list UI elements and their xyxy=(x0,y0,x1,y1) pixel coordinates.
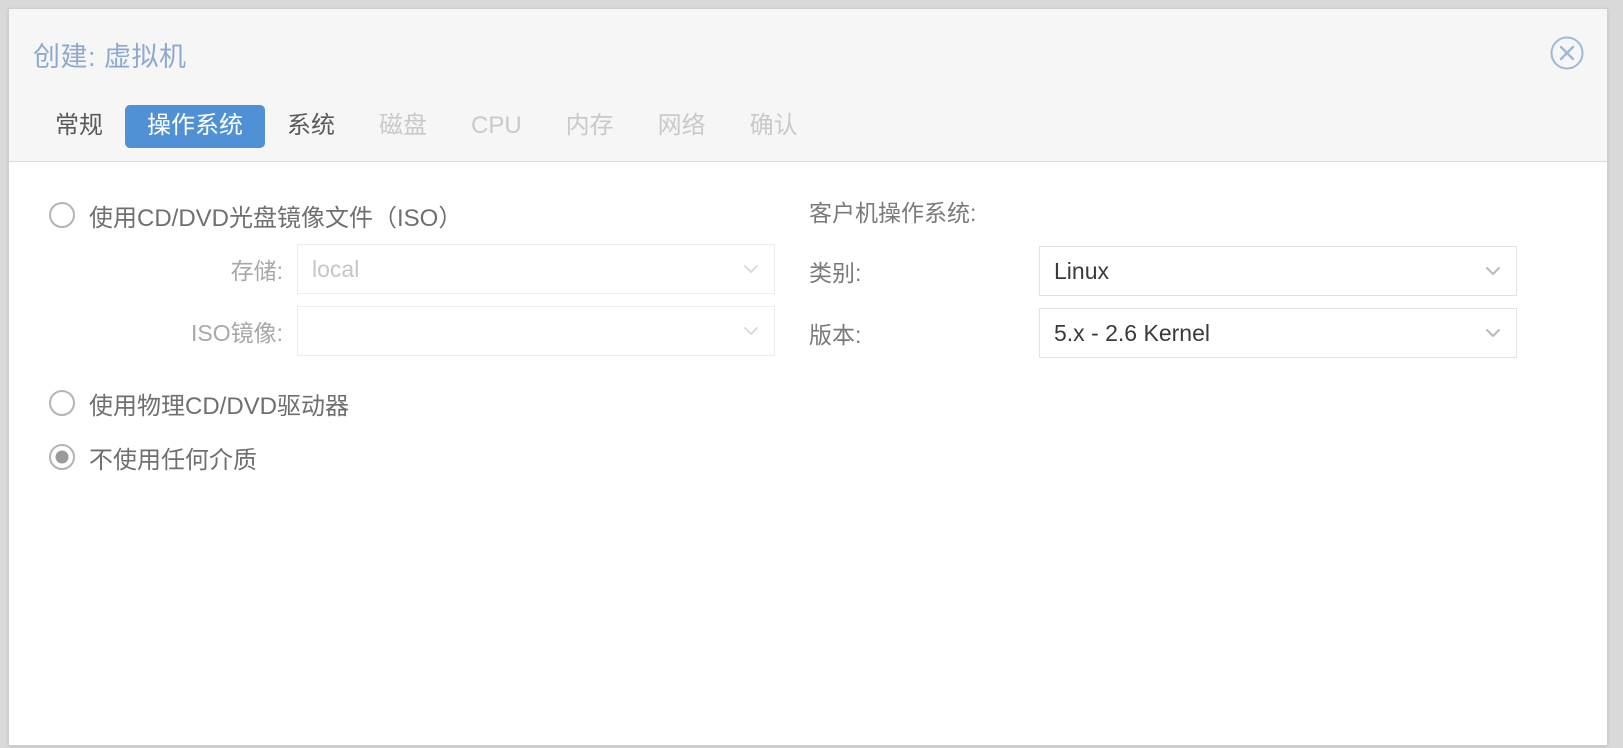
chevron-down-icon[interactable] xyxy=(1482,322,1504,344)
create-vm-dialog: 创建: 虚拟机 常规 操作系统 系统 磁盘 CPU 内存 网络 确认 使用CD/… xyxy=(8,8,1608,746)
chevron-down-icon[interactable] xyxy=(1482,260,1504,282)
os-type-select[interactable]: Linux xyxy=(1039,246,1517,296)
iso-image-select xyxy=(297,306,775,356)
iso-image-label: ISO镜像: xyxy=(190,320,283,346)
dialog-body: 使用CD/DVD光盘镜像文件（ISO） 存储: local ISO镜像: 使用物… xyxy=(9,162,1607,745)
os-version-label: 版本: xyxy=(809,322,862,348)
media-selection-column: 使用CD/DVD光盘镜像文件（ISO） 存储: local ISO镜像: 使用物… xyxy=(49,194,779,486)
dialog-header: 创建: 虚拟机 常规 操作系统 系统 磁盘 CPU 内存 网络 确认 xyxy=(9,9,1607,162)
tab-system[interactable]: 系统 xyxy=(265,105,357,148)
radio-use-physical-drive[interactable]: 使用物理CD/DVD驱动器 xyxy=(49,382,779,424)
guest-os-section-label: 客户机操作系统: xyxy=(809,200,977,226)
tab-cpu: CPU xyxy=(471,112,522,139)
storage-label: 存储: xyxy=(230,258,283,284)
tab-memory: 内存 xyxy=(565,112,614,139)
radio-label-no-media: 不使用任何介质 xyxy=(89,446,257,474)
tab-disks: 磁盘 xyxy=(379,112,427,139)
os-version-select[interactable]: 5.x - 2.6 Kernel xyxy=(1039,308,1517,358)
radio-label-iso-file: 使用CD/DVD光盘镜像文件（ISO） xyxy=(89,204,463,232)
chevron-down-icon xyxy=(740,320,762,342)
tab-os[interactable]: 操作系统 xyxy=(125,105,265,148)
chevron-down-icon xyxy=(740,258,762,280)
tab-bar: 常规 操作系统 系统 磁盘 CPU 内存 网络 确认 xyxy=(33,105,820,148)
tab-confirm: 确认 xyxy=(749,112,798,139)
close-circle-icon[interactable] xyxy=(1549,35,1585,71)
radio-label-physical-drive: 使用物理CD/DVD驱动器 xyxy=(89,392,350,420)
os-type-row: 类别: Linux xyxy=(809,246,1519,296)
os-type-label: 类别: xyxy=(809,260,862,286)
storage-row: 存储: local xyxy=(49,244,779,294)
radio-mark-no-media xyxy=(49,444,75,470)
radio-mark-iso-file xyxy=(49,202,75,228)
page-title: 创建: 虚拟机 xyxy=(33,42,187,72)
os-version-row: 版本: 5.x - 2.6 Kernel xyxy=(809,308,1519,358)
os-version-value: 5.x - 2.6 Kernel xyxy=(1054,319,1210,346)
radio-no-media[interactable]: 不使用任何介质 xyxy=(49,436,779,478)
radio-use-iso-file[interactable]: 使用CD/DVD光盘镜像文件（ISO） xyxy=(49,194,779,236)
tab-general[interactable]: 常规 xyxy=(33,105,125,148)
tab-network: 网络 xyxy=(657,112,706,139)
storage-select: local xyxy=(297,244,775,294)
radio-mark-physical-drive xyxy=(49,390,75,416)
os-type-value: Linux xyxy=(1054,257,1109,284)
guest-os-column: 客户机操作系统: 类别: Linux 版本: 5.x - 2.6 Kernel xyxy=(809,194,1519,370)
iso-image-row: ISO镜像: xyxy=(49,306,779,356)
storage-value: local xyxy=(312,255,360,282)
